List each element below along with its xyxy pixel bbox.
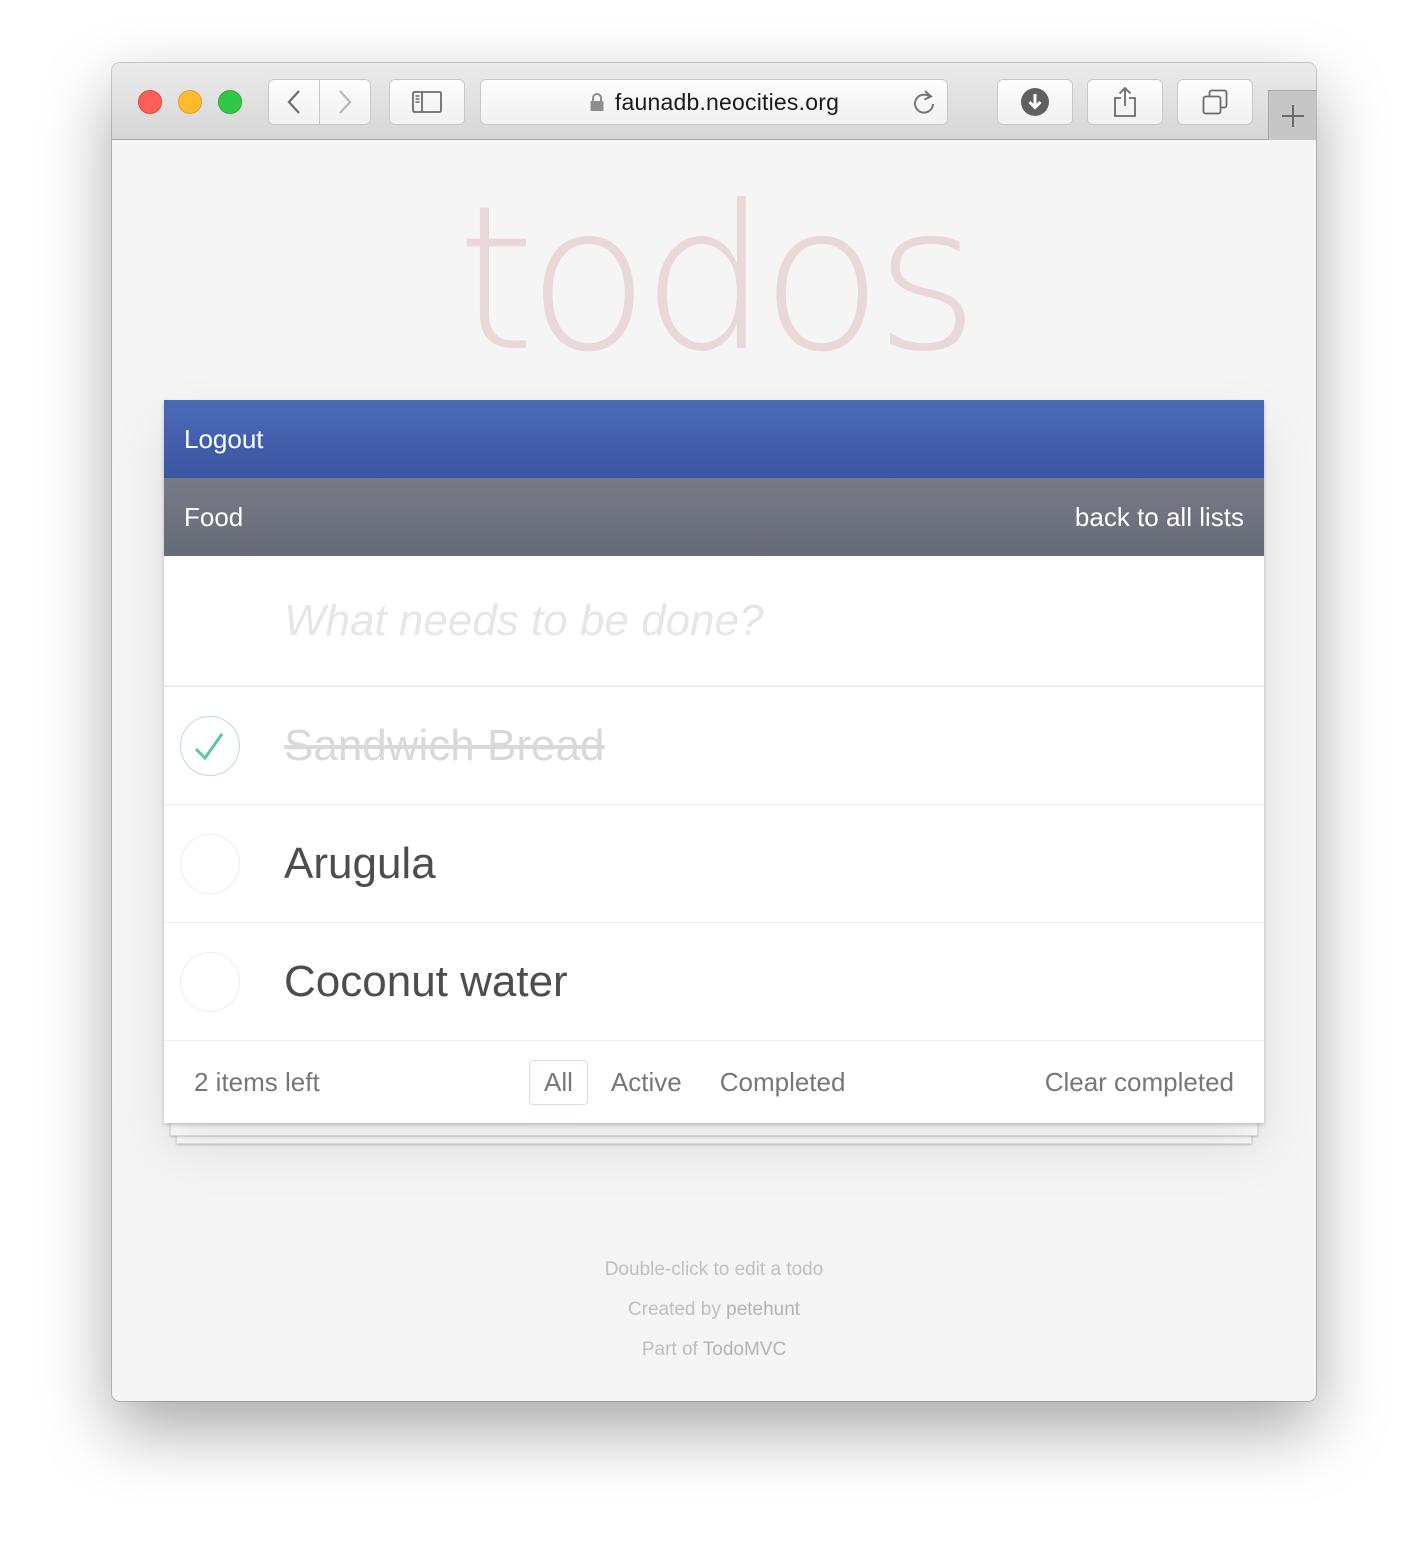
back-to-all-lists-link[interactable]: back to all lists: [1075, 502, 1244, 533]
auth-bar: Logout: [164, 400, 1264, 478]
credits-line: Created by petehunt: [112, 1290, 1316, 1330]
created-prefix: Created by: [627, 1299, 721, 1320]
new-todo-row: [164, 556, 1264, 687]
url-text: faunadb.neocities.org: [614, 88, 840, 115]
share-button[interactable]: [1087, 79, 1163, 125]
filter-completed[interactable]: Completed: [705, 1060, 861, 1105]
todomvc-link[interactable]: TodoMVC: [703, 1339, 786, 1360]
browser-toolbar: faunadb.neocities.org: [112, 63, 1316, 140]
minimize-window-button[interactable]: [178, 90, 202, 114]
todo-app: Logout Food back to all lists Sandwich B…: [164, 400, 1264, 1144]
stack-shadow-layer: [170, 1122, 1258, 1136]
todo-card: Logout Food back to all lists Sandwich B…: [164, 400, 1264, 1123]
filter-active[interactable]: Active: [596, 1060, 697, 1105]
close-window-button[interactable]: [138, 90, 162, 114]
forward-button[interactable]: [320, 79, 371, 125]
tab-overview-button[interactable]: [1177, 79, 1253, 125]
new-todo-input[interactable]: [284, 596, 1184, 646]
share-icon: [1114, 86, 1136, 117]
edit-hint: Double-click to edit a todo: [604, 1259, 824, 1280]
todo-label: Sandwich Bread: [284, 720, 605, 770]
tabs-overview-icon: [1202, 89, 1228, 115]
todo-toggle[interactable]: [180, 716, 240, 776]
zoom-window-button[interactable]: [218, 90, 242, 114]
filter-all[interactable]: All: [529, 1059, 588, 1105]
list-name: Food: [184, 501, 244, 532]
app-title: todos: [456, 163, 979, 396]
list-header: Food back to all lists: [164, 478, 1264, 556]
sidebar-icon: [412, 91, 442, 113]
sidebar-button[interactable]: [389, 79, 465, 125]
browser-window: faunadb.neocities.org todos Logout Food …: [112, 63, 1316, 1401]
chevron-right-icon: [339, 90, 352, 114]
info-footer: Double-click to edit a todo Created by p…: [112, 1250, 1316, 1370]
todo-item[interactable]: Sandwich Bread: [164, 687, 1264, 805]
todo-footer: 2 items left All Active Completed Clear …: [164, 1041, 1264, 1123]
part-prefix: Part of: [641, 1339, 698, 1360]
todo-label: Coconut water: [284, 956, 568, 1006]
plus-icon: [1281, 104, 1304, 127]
items-left-count: 2 items left: [194, 1066, 320, 1097]
new-tab-button[interactable]: [1268, 90, 1316, 140]
page-content: todos Logout Food back to all lists What…: [112, 140, 1316, 1401]
clear-completed-button[interactable]: Clear completed: [1045, 1067, 1234, 1098]
checkmark-icon: [194, 733, 224, 761]
chevron-left-icon: [287, 90, 300, 114]
download-icon: [1021, 88, 1049, 116]
author-link[interactable]: petehunt: [726, 1299, 800, 1320]
filter-tabs: All Active Completed: [529, 1059, 861, 1105]
todo-item[interactable]: Coconut water: [164, 923, 1264, 1041]
todo-item[interactable]: Arugula: [164, 805, 1264, 923]
address-bar[interactable]: faunadb.neocities.org: [480, 79, 948, 125]
todo-toggle[interactable]: [180, 834, 240, 894]
logout-link[interactable]: Logout: [184, 424, 264, 455]
back-button[interactable]: [268, 79, 320, 125]
todomvc-line: Part of TodoMVC: [112, 1330, 1316, 1370]
todo-label: Arugula: [284, 838, 436, 888]
todo-toggle[interactable]: [180, 952, 240, 1012]
downloads-button[interactable]: [997, 79, 1073, 125]
reload-icon[interactable]: [911, 89, 937, 117]
lock-icon: [590, 93, 604, 111]
